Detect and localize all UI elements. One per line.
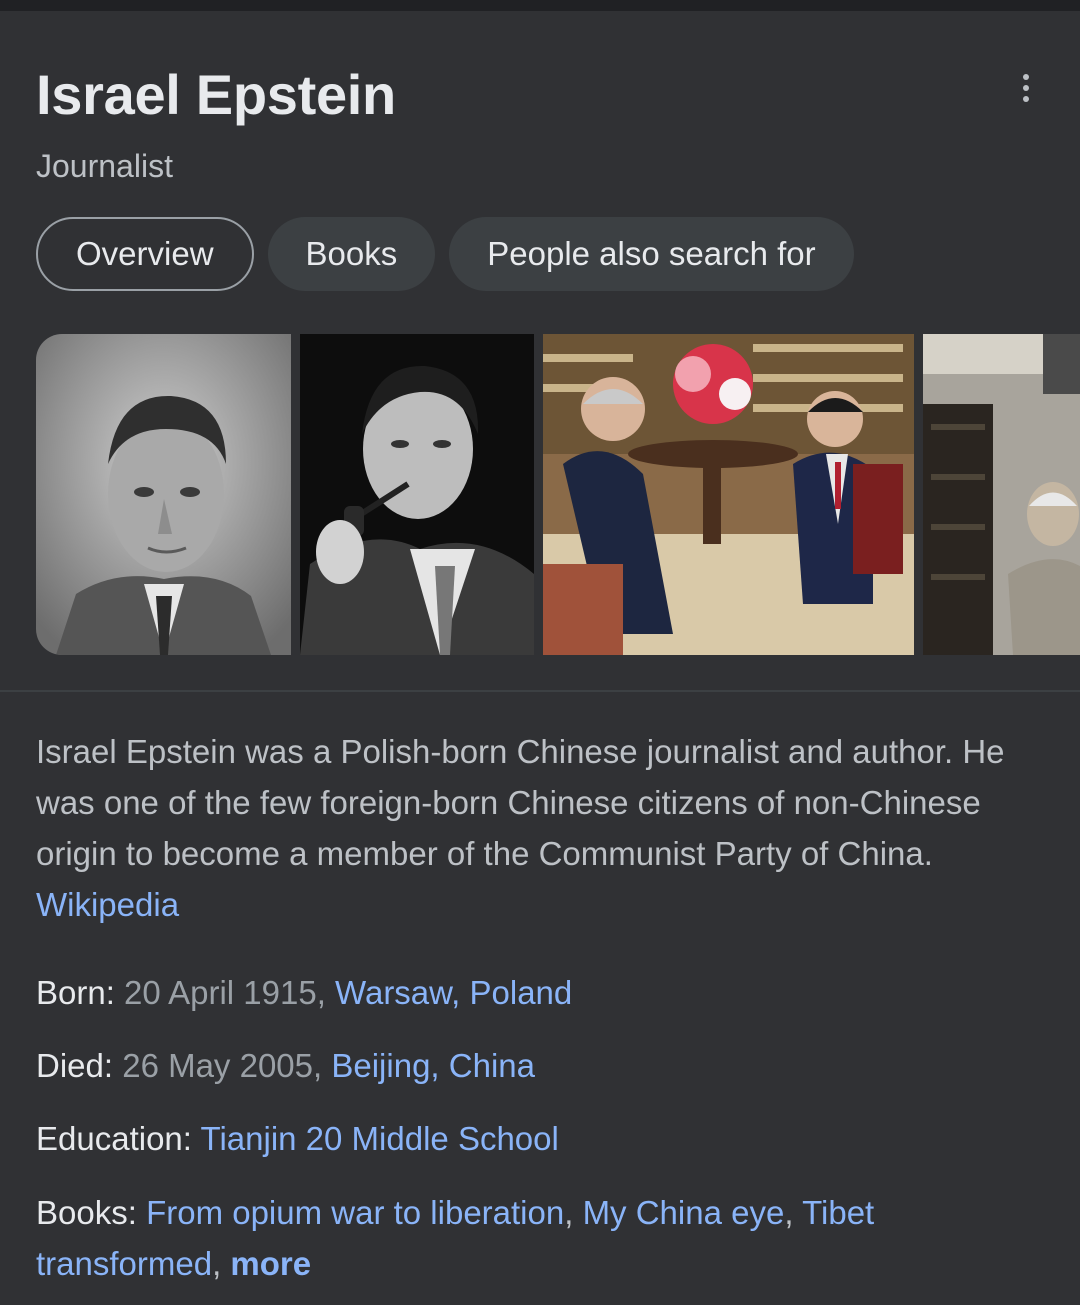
image-gallery [36, 334, 1080, 655]
entity-subtitle: Journalist [36, 148, 173, 184]
born-place-link[interactable]: Warsaw, Poland [335, 974, 572, 1011]
fact-label: Born: [36, 974, 115, 1011]
fact-label: Books: [36, 1194, 137, 1231]
gallery-image-3[interactable] [543, 334, 914, 655]
tab-bar: Overview Books People also search for [36, 217, 854, 291]
gallery-image-1[interactable] [36, 334, 291, 655]
separator: , [784, 1194, 803, 1231]
fact-label: Died: [36, 1047, 114, 1084]
entity-description: Israel Epstein was a Polish-born Chinese… [36, 726, 1046, 930]
separator: , [564, 1194, 583, 1231]
fact-label: Education: [36, 1120, 192, 1157]
description-text: Israel Epstein was a Polish-born Chinese… [36, 733, 1005, 872]
knowledge-panel [0, 11, 1080, 1305]
wikipedia-link[interactable]: Wikipedia [36, 886, 179, 923]
more-books-link[interactable]: more [230, 1245, 311, 1282]
section-divider [0, 690, 1080, 692]
gallery-image-4[interactable] [923, 334, 1080, 655]
fact-education: Education: Tianjin 20 Middle School [36, 1113, 1046, 1164]
top-bar [0, 0, 1080, 11]
more-vert-icon[interactable] [1006, 68, 1046, 108]
fact-died: Died: 26 May 2005, Beijing, China [36, 1040, 1046, 1091]
page-title: Israel Epstein [36, 63, 396, 126]
fact-born: Born: 20 April 1915, Warsaw, Poland [36, 967, 1046, 1018]
born-date: 20 April 1915, [124, 974, 326, 1011]
book-link[interactable]: My China eye [583, 1194, 785, 1231]
tab-books[interactable]: Books [267, 217, 436, 291]
died-date: 26 May 2005, [122, 1047, 323, 1084]
died-place-link[interactable]: Beijing, China [331, 1047, 535, 1084]
tab-overview[interactable]: Overview [36, 217, 254, 291]
tab-people-also-search-for[interactable]: People also search for [449, 217, 854, 291]
gallery-image-2[interactable] [300, 334, 534, 655]
education-link[interactable]: Tianjin 20 Middle School [201, 1120, 559, 1157]
fact-books: Books: From opium war to liberation, My … [36, 1187, 1046, 1289]
book-link[interactable]: From opium war to liberation [146, 1194, 564, 1231]
separator: , [212, 1245, 231, 1282]
